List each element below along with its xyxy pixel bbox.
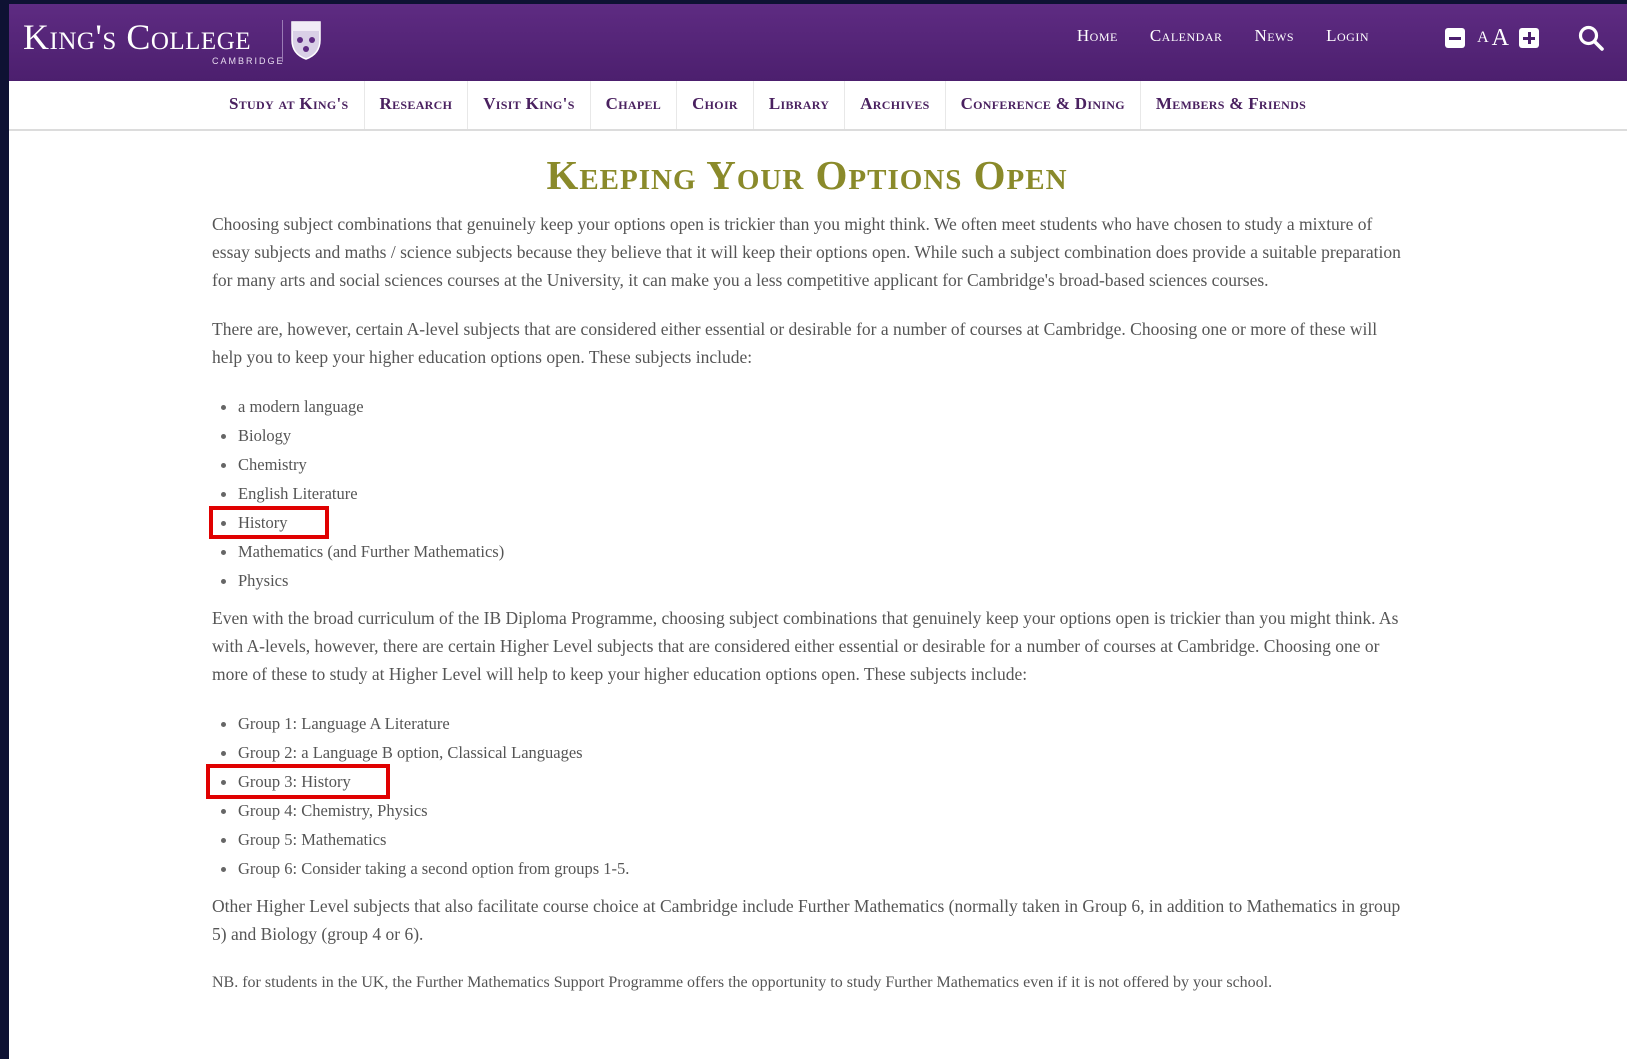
home-link[interactable]: Home bbox=[1077, 26, 1118, 46]
list-item: Physics bbox=[212, 566, 1402, 595]
text-increase-icon[interactable] bbox=[1519, 28, 1539, 48]
crest-icon bbox=[291, 21, 321, 60]
nav-item-choir[interactable]: Choir bbox=[677, 81, 754, 129]
main-nav: Study at King's Research Visit King's Ch… bbox=[9, 81, 1627, 131]
text-size-large-label: A bbox=[1491, 24, 1509, 51]
news-link[interactable]: News bbox=[1255, 26, 1295, 46]
list-item: Mathematics (and Further Mathematics) bbox=[212, 537, 1402, 566]
list-item-label: History bbox=[238, 513, 288, 532]
list-item: English Literature bbox=[212, 479, 1402, 508]
nav-item-members[interactable]: Members & Friends bbox=[1141, 81, 1321, 129]
search-icon[interactable] bbox=[1577, 24, 1605, 52]
list-item: Chemistry bbox=[212, 450, 1402, 479]
alevel-paragraph: There are, however, certain A-level subj… bbox=[212, 319, 1378, 367]
text-size-small-label: A bbox=[1477, 29, 1489, 46]
accessibility-tools: A A bbox=[1445, 24, 1605, 52]
list-item: Group 2: a Language B option, Classical … bbox=[212, 738, 1402, 767]
nav-item-library[interactable]: Library bbox=[754, 81, 846, 129]
nav-item-visit[interactable]: Visit King's bbox=[468, 81, 591, 129]
ib-group-list: Group 1: Language A Literature Group 2: … bbox=[206, 709, 1402, 883]
utility-nav: Home Calendar News Login bbox=[1077, 26, 1369, 46]
page: King's College CAMBRIDGE Home Calendar N… bbox=[9, 4, 1627, 1059]
login-link[interactable]: Login bbox=[1326, 26, 1369, 46]
logo-title: King's College bbox=[23, 17, 252, 57]
nav-item-archives[interactable]: Archives bbox=[845, 81, 946, 129]
alevel-subject-list: a modern language Biology Chemistry Engl… bbox=[209, 392, 1402, 595]
nav-item-conference[interactable]: Conference & Dining bbox=[946, 81, 1141, 129]
list-item: Biology bbox=[212, 421, 1402, 450]
site-header: King's College CAMBRIDGE Home Calendar N… bbox=[9, 4, 1627, 81]
list-item: Group 5: Mathematics bbox=[212, 825, 1402, 854]
nav-item-research[interactable]: Research bbox=[365, 81, 469, 129]
page-title: Keeping Your Options Open bbox=[546, 152, 1068, 198]
nb-note: NB. for students in the UK, the Further … bbox=[212, 974, 1273, 991]
calendar-link[interactable]: Calendar bbox=[1150, 26, 1223, 46]
list-item: Group 6: Consider taking a second option… bbox=[212, 854, 1402, 883]
nav-item-study[interactable]: Study at King's bbox=[214, 81, 365, 129]
nav-item-chapel[interactable]: Chapel bbox=[591, 81, 678, 129]
list-item-history-highlighted: History bbox=[209, 506, 1402, 539]
logo-subtitle: CAMBRIDGE bbox=[212, 56, 285, 66]
list-item-label: Group 3: History bbox=[238, 772, 351, 791]
list-item: Group 1: Language A Literature bbox=[212, 709, 1402, 738]
logo-divider bbox=[282, 20, 283, 62]
intro-paragraph: Choosing subject combinations that genui… bbox=[212, 214, 1401, 290]
text-decrease-icon[interactable] bbox=[1445, 28, 1466, 48]
list-item-group3-highlighted: Group 3: History bbox=[206, 764, 1402, 799]
other-subjects-paragraph: Other Higher Level subjects that also fa… bbox=[212, 896, 1401, 944]
list-item: Group 4: Chemistry, Physics bbox=[212, 796, 1402, 825]
article-content: Keeping Your Options Open Choosing subje… bbox=[206, 134, 1402, 1018]
ib-paragraph: Even with the broad curriculum of the IB… bbox=[212, 608, 1399, 684]
list-item: a modern language bbox=[212, 392, 1402, 421]
